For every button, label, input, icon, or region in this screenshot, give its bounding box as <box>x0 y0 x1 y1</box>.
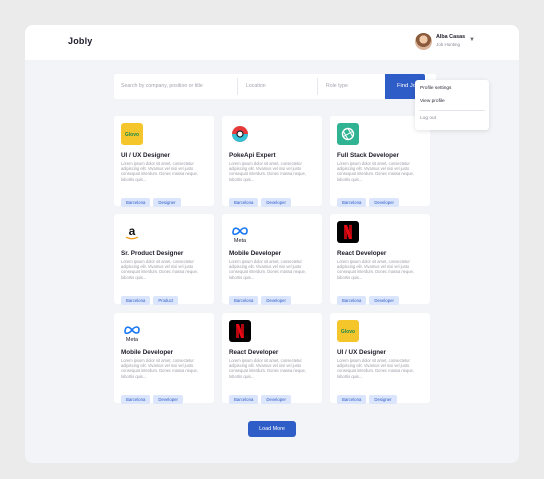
role-tag[interactable]: Designer <box>369 395 397 404</box>
menu-item-log-out[interactable]: Log out <box>420 116 436 121</box>
menu-divider <box>419 110 485 111</box>
job-title: UI / UX Designer <box>337 349 386 356</box>
job-title: UI / UX Designer <box>121 152 170 159</box>
role-tag[interactable]: Developer <box>261 395 291 404</box>
location-tag[interactable]: Barcelona <box>121 395 151 404</box>
job-title: PokeApi Expert <box>229 152 276 159</box>
svg-text:Glovo: Glovo <box>125 132 139 138</box>
job-title: Mobile Developer <box>229 250 282 257</box>
meta-logo-icon: Meta <box>229 221 251 243</box>
job-description: Lorem ipsum dolor sit amet, consectetur … <box>121 358 198 379</box>
menu-item-profile-settings[interactable]: Profile settings <box>420 86 451 91</box>
chevron-down-icon[interactable]: ▼ <box>469 37 475 43</box>
job-card[interactable]: Full Stack Developer Lorem ipsum dolor s… <box>330 116 430 207</box>
location-tag[interactable]: Barcelona <box>121 296 151 305</box>
job-title: Sr. Product Designer <box>121 250 184 257</box>
role-tag[interactable]: Product <box>153 296 179 305</box>
role-tag[interactable]: Developer <box>261 296 291 305</box>
job-description: Lorem ipsum dolor sit amet, consectetur … <box>337 358 414 379</box>
job-card[interactable]: PokeApi Expert Lorem ipsum dolor sit ame… <box>222 116 322 207</box>
job-description: Lorem ipsum dolor sit amet, consectetur … <box>229 358 306 379</box>
job-card[interactable]: Meta Mobile Developer Lorem ipsum dolor … <box>222 214 322 305</box>
openai-logo-icon <box>337 123 359 145</box>
role-tag[interactable]: Developer <box>153 395 183 404</box>
job-title: Full Stack Developer <box>337 152 399 159</box>
role-tag[interactable]: Developer <box>261 198 291 207</box>
job-description: Lorem ipsum dolor sit amet, consectetur … <box>121 259 198 280</box>
location-input[interactable]: Location <box>246 83 266 89</box>
job-description: Lorem ipsum dolor sit amet, consectetur … <box>121 161 198 182</box>
location-tag[interactable]: Barcelona <box>337 296 367 305</box>
netflix-logo-icon <box>337 221 359 243</box>
user-name[interactable]: Alba Casas <box>436 34 465 40</box>
job-card[interactable]: Meta Mobile Developer Lorem ipsum dolor … <box>114 313 214 404</box>
svg-text:Meta: Meta <box>126 337 139 342</box>
svg-text:a: a <box>129 224 136 238</box>
job-description: Lorem ipsum dolor sit amet, consectetur … <box>337 259 414 280</box>
location-tag[interactable]: Barcelona <box>337 395 367 404</box>
divider <box>237 78 238 95</box>
role-type-select[interactable]: Role type <box>326 83 348 89</box>
job-card[interactable]: Glovo UI / UX Designer Lorem ipsum dolor… <box>330 313 430 404</box>
amazon-logo-icon: a <box>121 221 143 243</box>
meta-logo-icon: Meta <box>121 320 143 342</box>
menu-item-view-profile[interactable]: View profile <box>420 99 445 104</box>
job-title: React Developer <box>337 250 387 257</box>
user-role: Job Hunting <box>436 42 461 47</box>
svg-text:Glovo: Glovo <box>341 329 355 335</box>
avatar[interactable] <box>415 33 432 50</box>
role-tag[interactable]: Developer <box>369 198 399 207</box>
divider <box>317 78 318 95</box>
job-card[interactable]: Glovo UI / UX Designer Lorem ipsum dolor… <box>114 116 214 207</box>
job-description: Lorem ipsum dolor sit amet, consectetur … <box>229 161 306 182</box>
search-input[interactable]: Search by company, position or title <box>121 83 203 89</box>
role-tag[interactable]: Developer <box>369 296 399 305</box>
user-menu: Profile settings View profile Log out <box>415 80 489 130</box>
search-bar: Search by company, position or title Loc… <box>114 74 436 99</box>
job-card[interactable]: React Developer Lorem ipsum dolor sit am… <box>330 214 430 305</box>
netflix-logo-icon <box>229 320 251 342</box>
job-title: Mobile Developer <box>121 349 174 356</box>
location-tag[interactable]: Barcelona <box>121 198 151 207</box>
load-more-button[interactable]: Load More <box>248 421 296 437</box>
job-title: React Developer <box>229 349 279 356</box>
job-card[interactable]: React Developer Lorem ipsum dolor sit am… <box>222 313 322 404</box>
location-tag[interactable]: Barcelona <box>229 395 259 404</box>
role-tag[interactable]: Designer <box>153 198 181 207</box>
app-window: Jobly Alba Casas Job Hunting ▼ Search by… <box>25 25 519 463</box>
location-tag[interactable]: Barcelona <box>229 296 259 305</box>
job-description: Lorem ipsum dolor sit amet, consectetur … <box>337 161 414 182</box>
svg-text:Meta: Meta <box>234 238 247 243</box>
job-card[interactable]: a Sr. Product Designer Lorem ipsum dolor… <box>114 214 214 305</box>
job-description: Lorem ipsum dolor sit amet, consectetur … <box>229 259 306 280</box>
glovo-logo-icon: Glovo <box>121 123 143 145</box>
location-tag[interactable]: Barcelona <box>229 198 259 207</box>
brand-logo[interactable]: Jobly <box>68 36 93 46</box>
glovo-logo-icon: Glovo <box>337 320 359 342</box>
location-tag[interactable]: Barcelona <box>337 198 367 207</box>
pokeball-logo-icon <box>229 123 251 145</box>
top-bar: Jobly Alba Casas Job Hunting ▼ <box>25 25 519 60</box>
